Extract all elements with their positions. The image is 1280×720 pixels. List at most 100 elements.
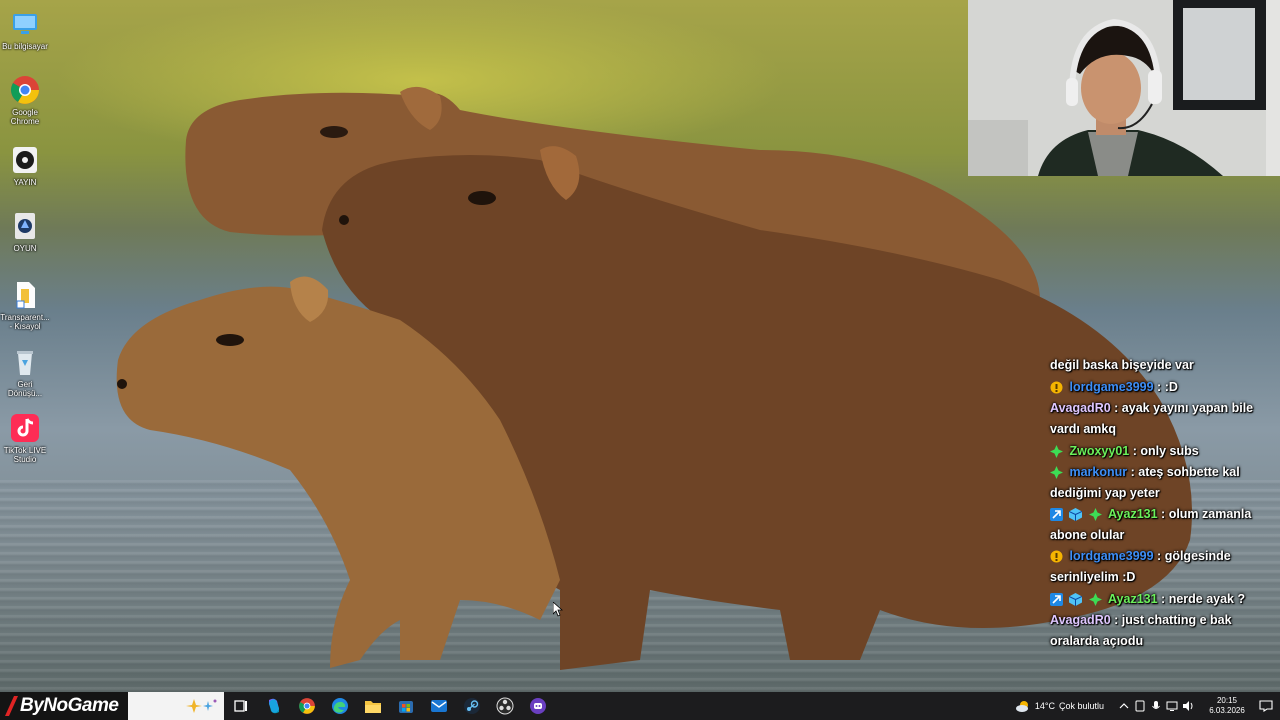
tray-microphone-button[interactable] (1148, 692, 1164, 720)
chat-username: Zwoxyy01 (1069, 444, 1130, 458)
chevron-up-icon (1119, 703, 1129, 709)
chat-message: lordgame3999 : :D (1050, 376, 1262, 398)
store-button[interactable] (389, 692, 422, 720)
desktop-icon-chrome[interactable]: Google Chrome (0, 74, 50, 126)
tablet-icon (1135, 700, 1145, 712)
chat-separator: : (1114, 401, 1122, 415)
desktop-icon-yayin[interactable]: YAYIN (0, 144, 50, 187)
recycle-bin-icon (17, 351, 33, 375)
task-view-icon (233, 700, 247, 712)
chrome-icon (11, 76, 39, 104)
volume-icon (1183, 701, 1193, 711)
chat-message-text: değil baska bişeyide var (1050, 358, 1194, 372)
chat-username: Ayaz131 (1107, 592, 1158, 606)
chat-username: AvagadR0 (1050, 401, 1111, 415)
weather-widget[interactable]: 14°C Çok bulutlu (1015, 699, 1104, 713)
webcam-person-image (968, 0, 1280, 176)
notification-icon (1259, 700, 1273, 712)
microphone-icon (1152, 701, 1160, 709)
taskbar-search-box[interactable] (128, 692, 224, 720)
mail-button[interactable] (422, 692, 455, 720)
blue-arrow-badge-icon (1050, 593, 1063, 607)
store-icon (398, 701, 413, 713)
clock-date: 6.03.2026 (1209, 706, 1245, 715)
green-gem-badge-icon (1050, 466, 1063, 480)
chrome-icon (298, 698, 315, 714)
blue-arrow-badge-icon (1050, 508, 1063, 522)
chat-separator: : (1161, 507, 1169, 521)
steam-button[interactable] (455, 692, 488, 720)
webcam-overlay (968, 0, 1280, 176)
desktop-icon-label: Transparent... - Kısayol (0, 313, 50, 331)
green-gem-badge-icon (1050, 445, 1063, 459)
file-explorer-button[interactable] (356, 692, 389, 720)
system-tray: 14°C Çok bulutlu 20:15 6.03.2026 (1015, 692, 1280, 720)
tray-volume-button[interactable] (1180, 692, 1196, 720)
desktop-icon-label: Bu bilgisayar (2, 42, 48, 51)
start-button[interactable]: ByNoGame (0, 692, 128, 720)
green-gem-badge-icon (1088, 508, 1102, 522)
notification-center-button[interactable] (1252, 700, 1280, 712)
desktop-icon-recycle-bin[interactable]: Geri Dönüşü... (0, 346, 50, 398)
weather-description: Çok bulutlu (1058, 701, 1104, 711)
steam-icon (463, 698, 480, 714)
desktop-icon-tiktok-live[interactable]: TikTok LIVE Studio (0, 412, 50, 464)
desktop-icon-this-pc[interactable]: Bu bilgisayar (0, 8, 50, 51)
tray-tablet-button[interactable] (1132, 692, 1148, 720)
desktop-icon-transparent[interactable]: Transparent... - Kısayol (0, 279, 50, 331)
blue-cube-badge-icon (1069, 508, 1083, 522)
obs-taskbar-button[interactable] (488, 692, 521, 720)
chat-message: Ayaz131 : olum zamanla abone olular (1050, 504, 1262, 546)
search-highlight-icon (186, 699, 217, 713)
chat-message: Zwoxyy01 : only subs (1050, 440, 1262, 462)
chat-message: markonur : ateş sohbette kal dediğimi ya… (1050, 462, 1262, 504)
copilot-button[interactable] (257, 692, 290, 720)
computer-icon (13, 14, 37, 34)
chat-separator: : (1161, 592, 1169, 606)
cloudy-weather-icon (1015, 701, 1028, 712)
stream-chat-overlay: değil baska bişeyide var lordgame3999 : … (1050, 354, 1262, 652)
show-hidden-icons-button[interactable] (1116, 692, 1132, 720)
blue-cube-badge-icon (1069, 593, 1083, 607)
tray-network-button[interactable] (1164, 692, 1180, 720)
tiktok-icon (11, 414, 39, 442)
chat-message: lordgame3999 : gölgesinde serinliyelim :… (1050, 546, 1262, 588)
gold-coin-badge-icon (1050, 550, 1063, 563)
chat-username: lordgame3999 (1069, 549, 1154, 563)
mouse-cursor-icon (553, 602, 563, 617)
game-shortcut-icon (15, 213, 35, 239)
weather-temperature: 14°C (1034, 701, 1055, 711)
edge-taskbar-button[interactable] (323, 692, 356, 720)
network-icon (1166, 701, 1178, 711)
chat-message: değil baska bişeyide var (1050, 354, 1262, 376)
chat-separator: : (1157, 549, 1165, 563)
gold-coin-badge-icon (1050, 381, 1063, 394)
task-view-button[interactable] (224, 692, 257, 720)
chat-message-text: :D (1164, 380, 1178, 394)
chat-username: Ayaz131 (1107, 507, 1158, 521)
chat-message: AvagadR0 : ayak yayını yapan bile vardı … (1050, 398, 1262, 440)
taskbar-clock[interactable]: 20:15 6.03.2026 (1202, 696, 1252, 716)
streaming-app-icon (529, 698, 546, 714)
chat-message-text: only subs (1140, 444, 1199, 458)
file-shortcut-icon (16, 282, 35, 309)
chat-username: markonur (1069, 465, 1128, 479)
chat-separator: : (1157, 380, 1165, 394)
desktop-icon-label: YAYIN (13, 178, 37, 187)
chat-username: lordgame3999 (1069, 380, 1154, 394)
chat-message-text: nerde ayak ? (1168, 592, 1246, 606)
windows-taskbar: ByNoGame 14°C Çok bulutlu 20:15 6.03.202… (0, 692, 1280, 720)
copilot-icon (268, 698, 279, 714)
green-gem-badge-icon (1088, 593, 1102, 607)
mail-icon (430, 700, 447, 712)
desktop-icon-oyun[interactable]: OYUN (0, 210, 50, 253)
desktop-icon-label: TikTok LIVE Studio (3, 446, 47, 464)
edge-icon (331, 698, 348, 714)
chrome-taskbar-button[interactable] (290, 692, 323, 720)
chat-message: Ayaz131 : nerde ayak ? (1050, 588, 1262, 610)
bynogame-logo-icon (5, 696, 18, 716)
desktop-icon-label: Geri Dönüşü... (7, 380, 43, 398)
chat-username: AvagadR0 (1050, 613, 1111, 627)
brand-label: ByNoGame (20, 695, 119, 716)
streaming-app-button[interactable] (521, 692, 554, 720)
